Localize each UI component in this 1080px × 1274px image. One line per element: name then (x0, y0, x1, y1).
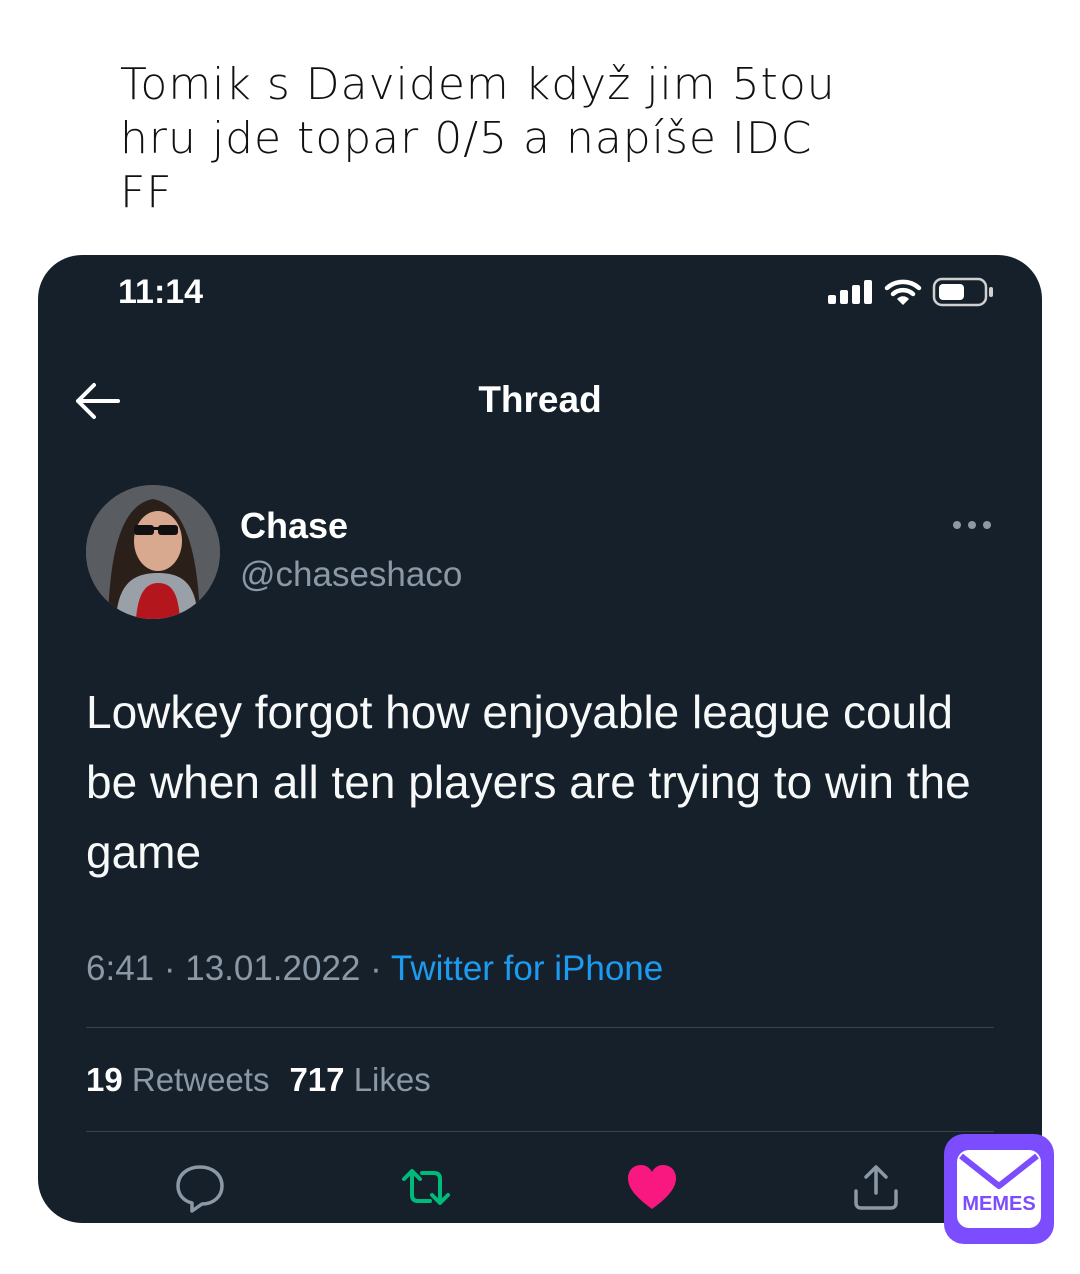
signal-icon (828, 280, 872, 304)
author-handle[interactable]: @chaseshaco (240, 555, 462, 595)
wifi-icon (884, 279, 922, 305)
likes-stat[interactable]: 717 Likes (289, 1061, 430, 1098)
tweet-meta: 6:41 · 13.01.2022 · Twitter for iPhone (86, 949, 663, 989)
avatar-image (86, 485, 220, 619)
more-options-icon[interactable] (952, 517, 992, 533)
retweet-icon[interactable] (398, 1159, 454, 1215)
retweets-count: 19 (86, 1061, 123, 1098)
meme-caption: Tomik s Davidem když jim 5tou hru jde to… (120, 59, 836, 218)
envelope-logo-icon: MEMES (957, 1150, 1041, 1228)
tweet-timestamp: 6:41 · 13.01.2022 · (86, 949, 391, 988)
tweet-text: Lowkey forgot how enjoyable league could… (86, 686, 971, 878)
divider (86, 1131, 994, 1132)
reply-icon[interactable] (172, 1159, 228, 1215)
battery-icon (932, 277, 993, 307)
tweet-stats: 19 Retweets 717 Likes (86, 1061, 431, 1099)
phone-screenshot: 11:14 Thread Chase @chaseshaco Lowkey fo… (38, 255, 1042, 1223)
likes-count: 717 (289, 1061, 345, 1098)
author-name[interactable]: Chase (240, 505, 348, 547)
like-icon[interactable] (624, 1159, 680, 1215)
tweet-source-link[interactable]: Twitter for iPhone (391, 949, 663, 988)
avatar[interactable] (86, 485, 220, 619)
likes-label: Likes (353, 1061, 431, 1098)
status-icons (828, 277, 996, 307)
page-title: Thread (478, 379, 602, 420)
svg-text:MEMES: MEMES (962, 1193, 1035, 1215)
memes-logo: MEMES (944, 1134, 1054, 1244)
share-icon[interactable] (848, 1159, 904, 1215)
divider (86, 1027, 994, 1028)
retweets-label: Retweets (131, 1061, 270, 1098)
retweets-stat[interactable]: 19 Retweets (86, 1061, 269, 1098)
status-time: 11:14 (118, 273, 204, 311)
